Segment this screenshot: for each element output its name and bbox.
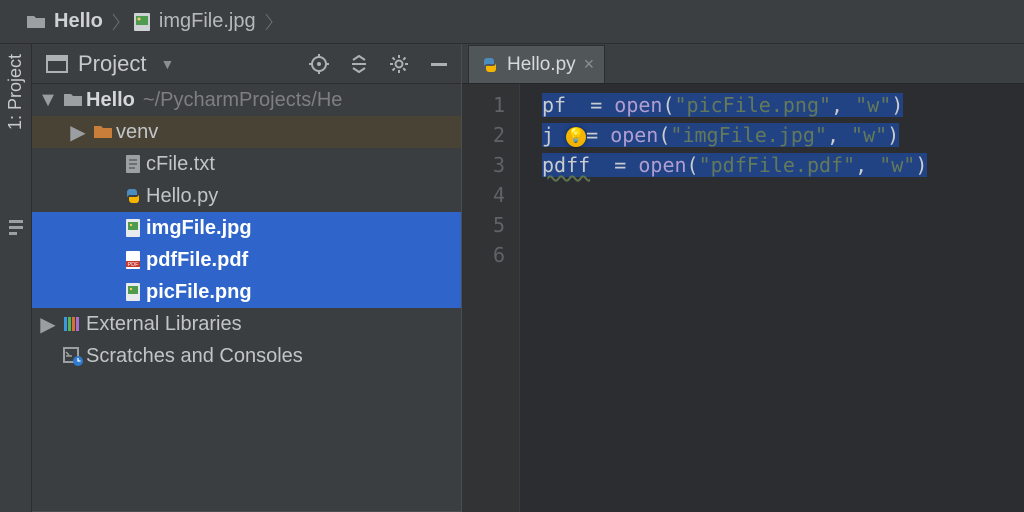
- tree-item-label: Hello.py: [146, 185, 218, 208]
- line-number: 5: [462, 210, 505, 240]
- editor-gutter: 1 2 3 4 5 6: [462, 84, 520, 512]
- pdf-file-icon: PDF: [120, 250, 146, 270]
- image-file-icon: [133, 12, 151, 32]
- editor-tabbar: Hello.py ×: [462, 44, 1024, 84]
- chevron-right-icon: [111, 0, 125, 44]
- breadcrumb-label: Hello: [54, 10, 103, 33]
- tree-item-label: picFile.png: [146, 281, 252, 304]
- folder-icon: [90, 124, 116, 140]
- python-file-icon: [120, 187, 146, 205]
- chevron-right-icon: ▶: [66, 120, 90, 145]
- collapse-all-button[interactable]: [341, 46, 377, 82]
- editor-code[interactable]: pf = open("picFile.png", "w")j 💡= open("…: [520, 84, 1024, 512]
- tree-item-path: ~/PycharmProjects/He: [135, 89, 343, 112]
- chevron-down-icon: ▼: [36, 89, 60, 112]
- tree-item-file[interactable]: picFile.png: [32, 276, 461, 308]
- project-tree[interactable]: ▼ Hello ~/PycharmProjects/He ▶ venv: [32, 84, 461, 511]
- structure-icon[interactable]: [4, 218, 28, 236]
- line-number: 4: [462, 180, 505, 210]
- tree-item-label: Hello: [86, 89, 135, 112]
- tree-item-file[interactable]: Hello.py: [32, 180, 461, 212]
- intention-bulb-icon[interactable]: 💡: [566, 127, 586, 147]
- image-file-icon: [120, 282, 146, 302]
- chevron-right-icon: [264, 0, 278, 44]
- project-panel-header: Project ▼: [32, 44, 461, 84]
- tree-item-file[interactable]: PDF pdfFile.pdf: [32, 244, 461, 276]
- toolwindow-strip: 1: Project: [0, 44, 32, 512]
- tree-item-venv[interactable]: ▶ venv: [32, 116, 461, 148]
- tree-item-label: cFile.txt: [146, 153, 215, 176]
- scratches-icon: [60, 346, 86, 366]
- tree-item-label: Scratches and Consoles: [86, 345, 303, 368]
- tree-item-external-libs[interactable]: ▶ External Libraries: [32, 308, 461, 340]
- folder-icon: [26, 14, 46, 30]
- tree-item-file[interactable]: cFile.txt: [32, 148, 461, 180]
- settings-button[interactable]: [381, 46, 417, 82]
- libraries-icon: [60, 315, 86, 333]
- line-number: 6: [462, 240, 505, 270]
- tree-item-label: External Libraries: [86, 313, 242, 336]
- tree-item-label: venv: [116, 121, 158, 144]
- breadcrumb: Hello imgFile.jpg: [0, 0, 1024, 44]
- panel-title[interactable]: Project: [78, 51, 146, 77]
- editor-tab[interactable]: Hello.py ×: [468, 45, 605, 83]
- svg-text:PDF: PDF: [128, 262, 140, 268]
- tree-item-label: pdfFile.pdf: [146, 249, 248, 272]
- breadcrumb-item-file[interactable]: imgFile.jpg: [125, 0, 264, 44]
- text-file-icon: [120, 154, 146, 174]
- tab-label: Hello.py: [507, 54, 576, 76]
- chevron-right-icon: ▶: [36, 312, 60, 337]
- project-panel: Project ▼ ▼: [32, 44, 462, 512]
- locate-target-button[interactable]: [301, 46, 337, 82]
- tree-item-file[interactable]: imgFile.jpg: [32, 212, 461, 244]
- close-icon[interactable]: ×: [584, 54, 595, 75]
- line-number: 2: [462, 120, 505, 150]
- line-number: 3: [462, 150, 505, 180]
- image-file-icon: [120, 218, 146, 238]
- editor-body[interactable]: 1 2 3 4 5 6 pf = open("picFile.png", "w"…: [462, 84, 1024, 512]
- folder-icon: [60, 92, 86, 108]
- tree-item-scratches[interactable]: Scratches and Consoles: [32, 340, 461, 372]
- hide-button[interactable]: [421, 46, 457, 82]
- breadcrumb-label: imgFile.jpg: [159, 10, 256, 33]
- dropdown-icon[interactable]: ▼: [156, 56, 174, 72]
- breadcrumb-item-root[interactable]: Hello: [18, 0, 111, 44]
- editor-area: Hello.py × 1 2 3 4 5 6 pf = open("picFil…: [462, 44, 1024, 512]
- tree-root[interactable]: ▼ Hello ~/PycharmProjects/He: [32, 84, 461, 116]
- line-number: 1: [462, 90, 505, 120]
- project-icon: [46, 55, 68, 73]
- toolwindow-tab-project[interactable]: 1: Project: [4, 54, 28, 130]
- python-file-icon: [481, 56, 499, 74]
- tree-item-label: imgFile.jpg: [146, 217, 252, 240]
- toolwindow-label: 1: Project: [5, 54, 26, 130]
